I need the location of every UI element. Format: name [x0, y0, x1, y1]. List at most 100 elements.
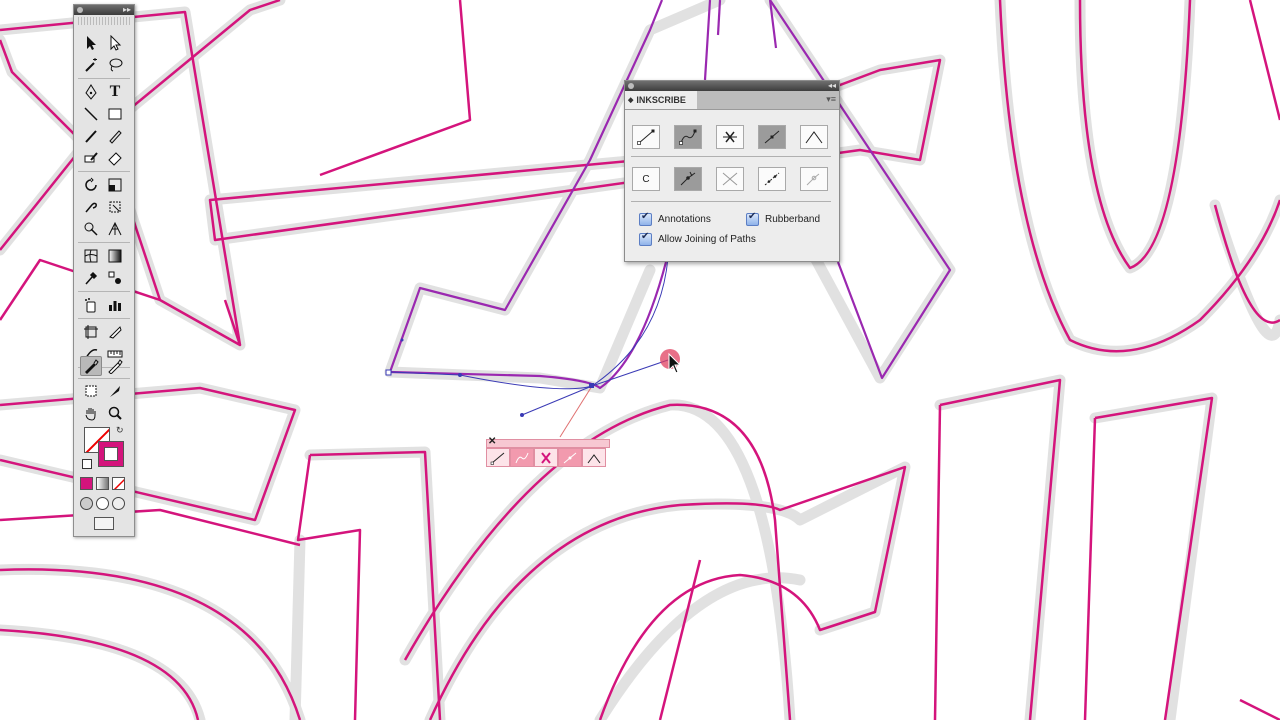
corner-button[interactable]	[800, 125, 828, 149]
tab-arrows-icon: ◆	[628, 97, 634, 104]
close-icon[interactable]	[628, 83, 634, 89]
warp-tool[interactable]	[80, 197, 102, 217]
collapse-icon[interactable]: ▸▸	[123, 5, 131, 15]
rectangle-tool[interactable]	[104, 104, 126, 124]
letter-path	[998, 0, 1280, 353]
pen-nib-icon	[85, 84, 97, 100]
mesh-tool[interactable]	[80, 246, 102, 266]
collapse-icon[interactable]: ◂◂	[828, 81, 836, 91]
artboard-tool[interactable]	[80, 322, 102, 342]
close-icon[interactable]: ✕	[488, 436, 496, 447]
annotations-label: Annotations	[658, 214, 711, 225]
popup-delete-button[interactable]	[534, 448, 558, 467]
panel-menu-icon[interactable]: ▾≡	[826, 94, 836, 105]
type-tool[interactable]: T	[104, 82, 126, 102]
none-slash-icon	[113, 478, 124, 489]
popup-curve-button[interactable]	[510, 448, 534, 467]
allow-joining-checkbox[interactable]: Allow Joining of Paths	[639, 231, 756, 246]
panel-tab-inkscribe[interactable]: ◆ INKSCRIBE	[625, 91, 697, 109]
eraser-tool[interactable]	[104, 148, 126, 168]
default-colors-icon[interactable]	[82, 459, 92, 469]
line-segment-tool[interactable]	[80, 104, 102, 124]
color-mode-button[interactable]	[80, 477, 93, 490]
disabled-anchor-button[interactable]	[800, 167, 828, 191]
magic-wand-tool[interactable]	[80, 55, 102, 75]
scale-icon	[108, 178, 122, 192]
stroke-swatch[interactable]	[98, 441, 124, 467]
line-icon	[84, 107, 98, 121]
line-icon	[490, 452, 505, 465]
shape-builder-tool[interactable]	[80, 219, 102, 239]
popup-smooth-button[interactable]	[558, 448, 582, 467]
anchor-options-popup[interactable]: ✕	[486, 436, 610, 468]
eyedropper-tool[interactable]	[80, 268, 102, 288]
inkscribe-pen-icon	[85, 359, 99, 374]
symbol-sprayer-tool[interactable]	[80, 295, 102, 315]
inkscribe-edit-tool[interactable]	[104, 356, 126, 376]
rectangle-icon	[108, 108, 122, 120]
panel-titlebar[interactable]: ◂◂	[625, 81, 839, 91]
blob-brush-icon	[84, 152, 98, 163]
hollow-arrow-icon	[110, 35, 122, 51]
gradient-tool[interactable]	[104, 246, 126, 266]
knife-tool[interactable]	[104, 381, 126, 401]
line-segment-button[interactable]	[758, 125, 786, 149]
gradient-icon	[108, 249, 122, 263]
checkbox-checked-icon	[639, 231, 652, 246]
fill-stroke-widget[interactable]: ↻	[82, 425, 128, 469]
delete-anchor-icon	[723, 131, 737, 143]
hand-tool[interactable]	[80, 403, 102, 423]
rubberband-checkbox[interactable]: Rubberband	[746, 211, 820, 226]
drag-grip[interactable]	[78, 17, 130, 25]
column-graph-tool[interactable]	[104, 295, 126, 315]
screen-mode-button[interactable]	[94, 517, 114, 530]
disabled-anchor-icon	[806, 173, 820, 186]
swap-fill-stroke-icon[interactable]: ↻	[116, 425, 124, 436]
selection-tool[interactable]	[80, 33, 102, 53]
perspective-grid-tool[interactable]	[104, 219, 126, 239]
popup-line-button[interactable]	[486, 448, 510, 467]
scale-tool[interactable]	[104, 175, 126, 195]
blob-brush-tool[interactable]	[80, 148, 102, 168]
close-icon[interactable]	[77, 7, 83, 13]
popup-header: ✕	[486, 436, 610, 448]
straight-segment-button[interactable]	[632, 125, 660, 149]
blend-icon	[108, 271, 121, 284]
dotted-line-button[interactable]	[758, 167, 786, 191]
direct-selection-tool[interactable]	[104, 33, 126, 53]
drawing-mode-row	[80, 497, 125, 510]
corner-icon	[805, 131, 823, 144]
print-tiling-tool[interactable]	[80, 381, 102, 401]
tools-titlebar[interactable]: ▸▸	[74, 5, 134, 15]
smooth-anchor-button[interactable]	[674, 167, 702, 191]
curve-segment-button[interactable]	[674, 125, 702, 149]
curve-icon	[515, 452, 529, 463]
free-transform-icon	[109, 201, 121, 213]
lasso-tool[interactable]	[104, 55, 126, 75]
pen-tool[interactable]	[80, 82, 102, 102]
slice-tool[interactable]	[104, 322, 126, 342]
blend-tool[interactable]	[104, 268, 126, 288]
draw-normal-button[interactable]	[80, 497, 93, 510]
rotate-tool[interactable]	[80, 175, 102, 195]
delete-anchor-button[interactable]	[716, 125, 744, 149]
tools-panel[interactable]: ▸▸ T ↻	[73, 4, 135, 537]
column-graph-icon	[109, 301, 121, 311]
pen-plus-icon	[108, 359, 123, 374]
cross-segments-button[interactable]	[716, 167, 744, 191]
none-mode-button[interactable]	[112, 477, 125, 490]
inkscribe-tool[interactable]	[80, 356, 102, 376]
popup-corner-button[interactable]	[582, 448, 606, 467]
inkscribe-panel[interactable]: ◂◂ ◆INKSCRIBE ▾≡ C Annotations Rubberban…	[624, 80, 840, 262]
gradient-mode-button[interactable]	[96, 477, 109, 490]
draw-inside-button[interactable]	[112, 497, 125, 510]
zoom-tool[interactable]	[104, 403, 126, 423]
annotations-checkbox[interactable]: Annotations	[639, 211, 711, 226]
paintbrush-tool[interactable]	[80, 126, 102, 146]
pencil-tool[interactable]	[104, 126, 126, 146]
close-path-c-icon: C	[642, 173, 650, 185]
lasso-icon	[109, 58, 123, 72]
draw-behind-button[interactable]	[96, 497, 109, 510]
free-transform-tool[interactable]	[104, 197, 126, 217]
close-path-button[interactable]: C	[632, 167, 660, 191]
